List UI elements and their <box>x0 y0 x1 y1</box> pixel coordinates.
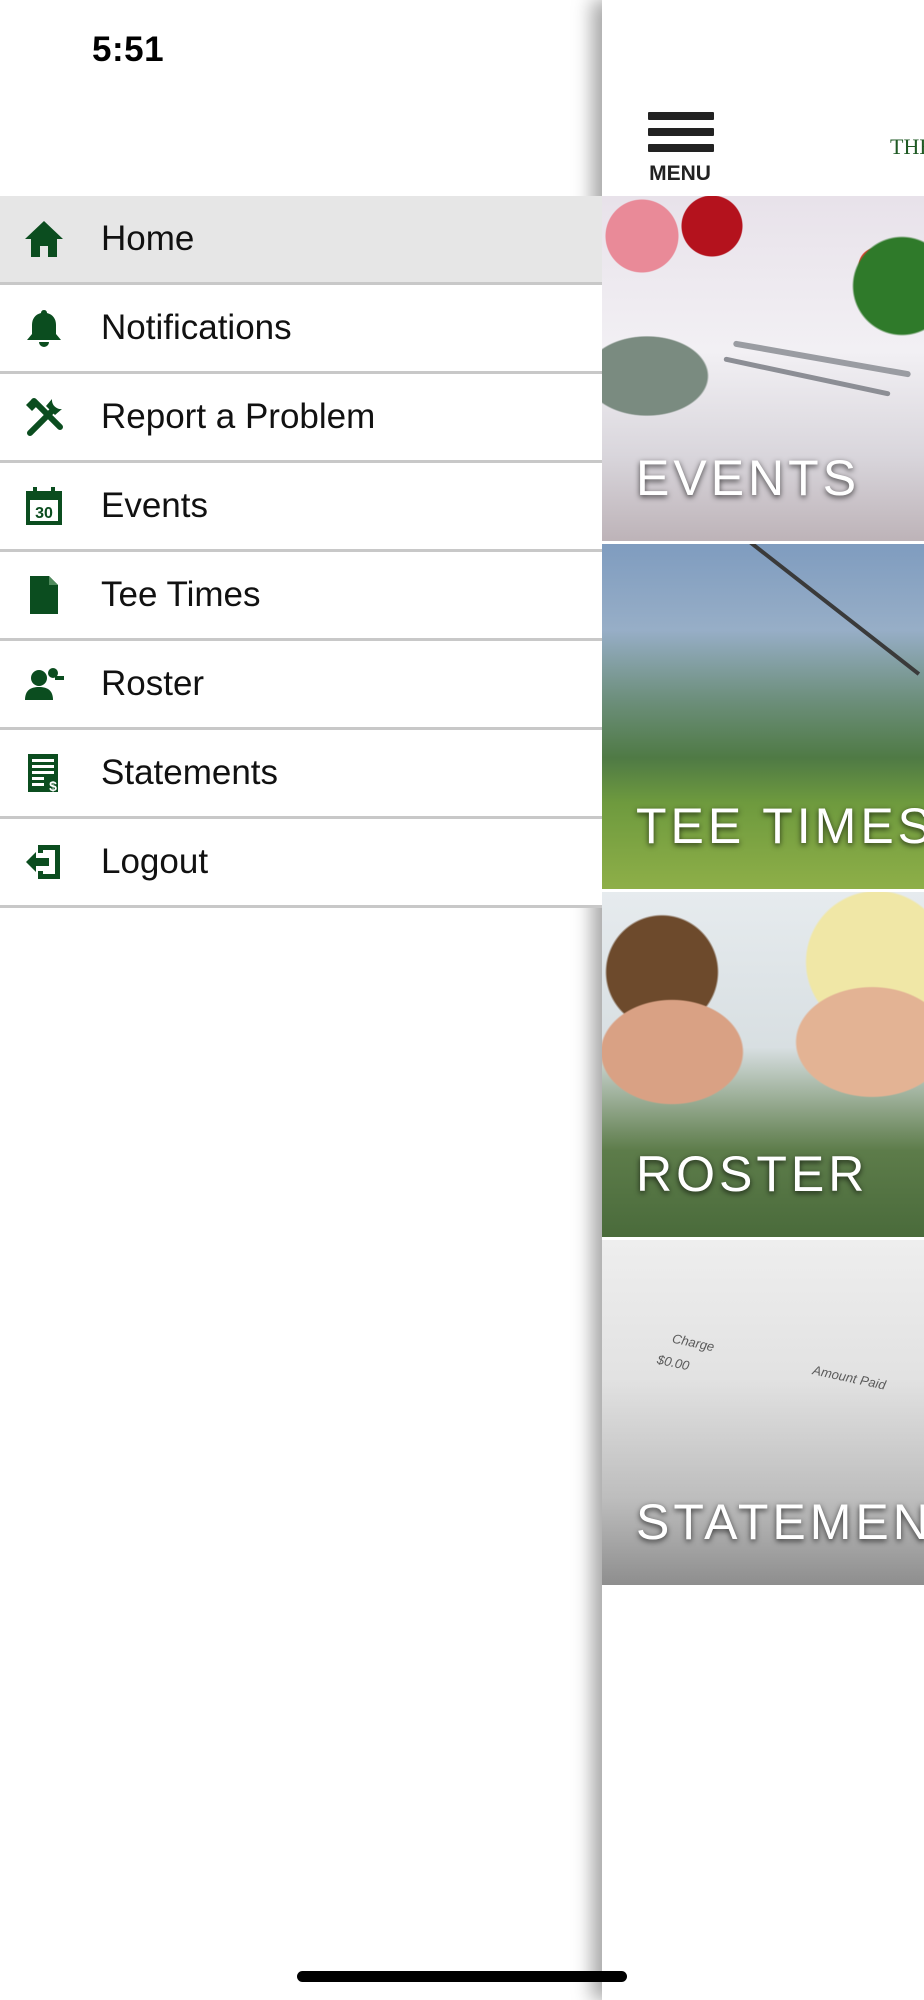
statement-charge-text: Charge <box>670 1330 716 1355</box>
events-tile-label: EVENTS <box>636 450 861 506</box>
statements-tile-label: STATEMEN <box>636 1494 924 1550</box>
svg-text:$: $ <box>49 778 57 794</box>
nav-item-label: Roster <box>101 664 205 703</box>
nav-item-notifications[interactable]: Notifications <box>0 285 602 374</box>
roster-tile-label: ROSTER <box>636 1146 869 1202</box>
document-icon <box>30 576 58 614</box>
logout-icon <box>26 845 60 879</box>
calendar-day-number: 30 <box>35 505 53 522</box>
nav-item-home[interactable]: Home <box>0 196 602 285</box>
nav-item-roster[interactable]: Roster <box>0 641 602 730</box>
statement-icon: $ <box>28 754 58 794</box>
tee-times-tile[interactable]: TEE TIMES <box>602 544 924 892</box>
navigation-drawer: Home Notifications Report a Problem 30 E… <box>0 196 602 908</box>
statement-amount-paid-text: Amount Paid <box>811 1362 888 1393</box>
person-icon <box>25 668 64 700</box>
status-time: 5:51 <box>92 30 165 69</box>
tools-icon <box>26 398 63 436</box>
nav-item-label: Logout <box>101 842 209 881</box>
menu-label: MENU <box>649 162 711 185</box>
home-icon <box>25 221 63 257</box>
menu-button[interactable]: MENU <box>644 110 716 188</box>
nav-item-label: Tee Times <box>101 575 261 614</box>
nav-item-report-a-problem[interactable]: Report a Problem <box>0 374 602 463</box>
home-screen-panel: MENU THE EVENTS TEE TIMES ROSTER Charge … <box>602 0 924 2000</box>
tee-times-tile-label: TEE TIMES <box>636 798 924 854</box>
bell-icon <box>27 310 61 347</box>
home-tiles: EVENTS TEE TIMES ROSTER Charge $0.00 Amo… <box>602 196 924 1588</box>
nav-item-label: Home <box>101 219 195 258</box>
roster-tile[interactable]: ROSTER <box>602 892 924 1240</box>
statements-tile[interactable]: Charge $0.00 Amount Paid STATEMEN <box>602 1240 924 1588</box>
events-tile[interactable]: EVENTS <box>602 196 924 544</box>
nav-item-logout[interactable]: Logout <box>0 819 602 908</box>
calendar-icon: 30 <box>26 487 62 525</box>
club-logo-text: THE <box>890 134 924 159</box>
nav-item-statements[interactable]: $ Statements <box>0 730 602 819</box>
nav-item-events[interactable]: 30 Events <box>0 463 602 552</box>
nav-item-tee-times[interactable]: Tee Times <box>0 552 602 641</box>
nav-item-label: Events <box>101 486 208 525</box>
statement-amount-text: $0.00 <box>655 1351 691 1374</box>
nav-item-label: Report a Problem <box>101 397 376 436</box>
nav-item-label: Statements <box>101 753 279 792</box>
nav-item-label: Notifications <box>101 308 292 347</box>
home-indicator[interactable] <box>297 1971 627 1982</box>
